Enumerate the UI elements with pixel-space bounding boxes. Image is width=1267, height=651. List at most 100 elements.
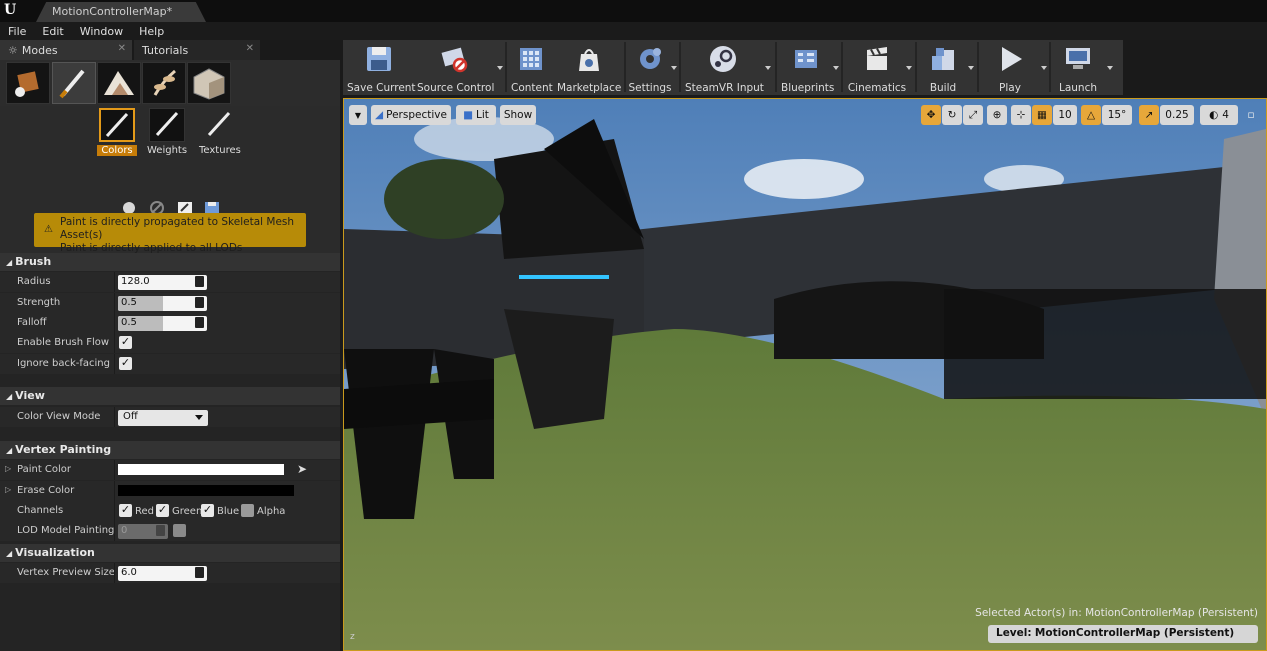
spin-icon[interactable] <box>195 276 204 287</box>
settings-label: Settings <box>628 82 672 94</box>
grid-snap-value[interactable]: 10 <box>1053 105 1077 125</box>
scale-tool-icon[interactable]: ⤢ <box>963 105 983 125</box>
maximize-viewport-icon[interactable]: ▫ <box>1244 105 1258 125</box>
level-viewport[interactable]: z ▼ ◢ Perspective ■ Lit Show ✥ ↻ ⤢ ⊕ ⊹ ▦ 1… <box>343 98 1267 651</box>
eyedropper-icon[interactable]: ➤ <box>297 462 307 476</box>
geometry-mode-icon[interactable] <box>187 62 231 104</box>
chevron-down-icon: ▼ <box>354 110 362 120</box>
mode-selector <box>0 60 340 106</box>
channel-blue-checkbox[interactable]: ✓ <box>201 504 214 517</box>
landscape-mode-icon[interactable] <box>97 62 141 104</box>
world-local-icon[interactable]: ⊕ <box>987 105 1007 125</box>
strength-slider[interactable]: 0.5 <box>118 296 207 311</box>
grid-snap-toggle[interactable]: ▦ <box>1032 105 1052 125</box>
brush-flow-checkbox[interactable]: ✓ <box>119 336 132 349</box>
lod-checkbox[interactable] <box>173 524 186 537</box>
title-bar: U MotionControllerMap* <box>0 0 1267 22</box>
section-view-label: View <box>15 389 45 402</box>
spin-icon[interactable] <box>195 567 204 578</box>
collapse-icon: ◢ <box>6 392 13 401</box>
channel-green-checkbox[interactable]: ✓ <box>156 504 169 517</box>
cinematics-button[interactable]: Cinematics <box>847 42 907 94</box>
falloff-slider[interactable]: 0.5 <box>118 316 207 331</box>
chevron-down-icon[interactable] <box>671 66 677 70</box>
warning-icon: ⚠ <box>44 224 53 235</box>
row-channels: Channels ✓ Red ✓ Green ✓ Blue Alpha <box>0 501 340 521</box>
close-icon[interactable]: ✕ <box>246 43 254 54</box>
vertex-size-input[interactable]: 6.0 <box>118 566 207 581</box>
main-toolbar: Save Current Source Control Content Mark… <box>343 40 1123 95</box>
radius-input[interactable]: 128.0 <box>118 275 207 290</box>
blueprints-button[interactable]: Blueprints <box>781 42 834 94</box>
close-icon[interactable]: ✕ <box>118 43 126 54</box>
vertex-size-value: 6.0 <box>121 567 137 578</box>
paint-color-swatch[interactable] <box>118 464 284 475</box>
level-indicator: Level: MotionControllerMap (Persistent) <box>988 625 1258 643</box>
channel-red-checkbox[interactable]: ✓ <box>119 504 132 517</box>
row-falloff: Falloff 0.5 <box>0 313 340 333</box>
chevron-down-icon[interactable] <box>968 66 974 70</box>
chevron-down-icon[interactable] <box>833 66 839 70</box>
rotation-snap-value[interactable]: 15° <box>1102 105 1132 125</box>
chevron-down-icon[interactable] <box>906 66 912 70</box>
translate-tool-icon[interactable]: ✥ <box>921 105 941 125</box>
menu-file[interactable]: File <box>0 25 34 38</box>
perspective-button[interactable]: ◢ Perspective <box>371 105 451 125</box>
show-button[interactable]: Show <box>500 105 536 125</box>
camera-speed-button[interactable]: ◐ 4 <box>1200 105 1238 125</box>
settings-button[interactable]: Settings <box>628 42 672 94</box>
spin-icon[interactable] <box>156 525 165 536</box>
spin-icon[interactable] <box>195 317 204 328</box>
color-view-dropdown[interactable]: Off <box>118 410 208 426</box>
section-brush[interactable]: ◢ Brush <box>0 253 340 271</box>
menu-window[interactable]: Window <box>72 25 131 38</box>
spin-icon[interactable] <box>195 297 204 308</box>
foliage-mode-icon[interactable] <box>142 62 186 104</box>
tool-weights[interactable]: Weights <box>147 108 187 158</box>
section-view[interactable]: ◢ View <box>0 387 340 405</box>
expand-icon[interactable]: ▷ <box>5 485 11 494</box>
source-control-button[interactable]: Source Control <box>417 42 494 94</box>
rotate-tool-icon[interactable]: ↻ <box>942 105 962 125</box>
viewport-options-button[interactable]: ▼ <box>349 105 367 125</box>
build-button[interactable]: Build <box>921 42 965 94</box>
falloff-value: 0.5 <box>121 317 137 328</box>
lit-button[interactable]: ■ Lit <box>456 105 496 125</box>
menu-help[interactable]: Help <box>131 25 172 38</box>
chevron-down-icon[interactable] <box>1041 66 1047 70</box>
content-button[interactable]: Content <box>511 42 553 94</box>
lod-input[interactable]: 0 <box>118 524 168 539</box>
erase-color-swatch[interactable] <box>118 485 294 496</box>
chevron-down-icon[interactable] <box>1107 66 1113 70</box>
channel-alpha-checkbox[interactable] <box>241 504 254 517</box>
section-vertex-painting[interactable]: ◢ Vertex Painting <box>0 441 340 459</box>
paint-color-label: Paint Color <box>17 464 72 475</box>
backface-checkbox[interactable]: ✓ <box>119 357 132 370</box>
tab-tutorials[interactable]: Tutorials ✕ <box>134 40 260 60</box>
section-visualization[interactable]: ◢ Visualization <box>0 544 340 562</box>
save-current-button[interactable]: Save Current <box>347 42 416 94</box>
marketplace-button[interactable]: Marketplace <box>557 42 621 94</box>
launch-button[interactable]: Launch <box>1055 42 1101 94</box>
tab-modes[interactable]: ☼ Modes ✕ <box>0 40 132 60</box>
unreal-logo-icon[interactable]: U <box>4 2 24 20</box>
surface-snap-icon[interactable]: ⊹ <box>1011 105 1031 125</box>
scale-snap-toggle[interactable]: ↗ <box>1139 105 1159 125</box>
place-mode-icon[interactable] <box>6 62 50 104</box>
rotation-snap-toggle[interactable]: △ <box>1081 105 1101 125</box>
play-button[interactable]: Play <box>985 42 1035 94</box>
row-backface: Ignore back-facing ✓ <box>0 354 340 374</box>
play-icon <box>1002 47 1022 71</box>
tool-colors[interactable]: Colors <box>97 108 137 158</box>
chevron-down-icon[interactable] <box>497 66 503 70</box>
scale-snap-value[interactable]: 0.25 <box>1160 105 1194 125</box>
channel-green-label: Green <box>172 506 203 517</box>
section-vertex-painting-label: Vertex Painting <box>15 443 112 456</box>
expand-icon[interactable]: ▷ <box>5 464 11 473</box>
document-tab[interactable]: MotionControllerMap* <box>36 2 206 22</box>
steamvr-input-button[interactable]: SteamVR Input <box>685 42 764 94</box>
chevron-down-icon[interactable] <box>765 66 771 70</box>
menu-edit[interactable]: Edit <box>34 25 71 38</box>
tool-textures[interactable]: Textures <box>199 108 241 158</box>
paint-mode-icon[interactable] <box>52 62 96 104</box>
